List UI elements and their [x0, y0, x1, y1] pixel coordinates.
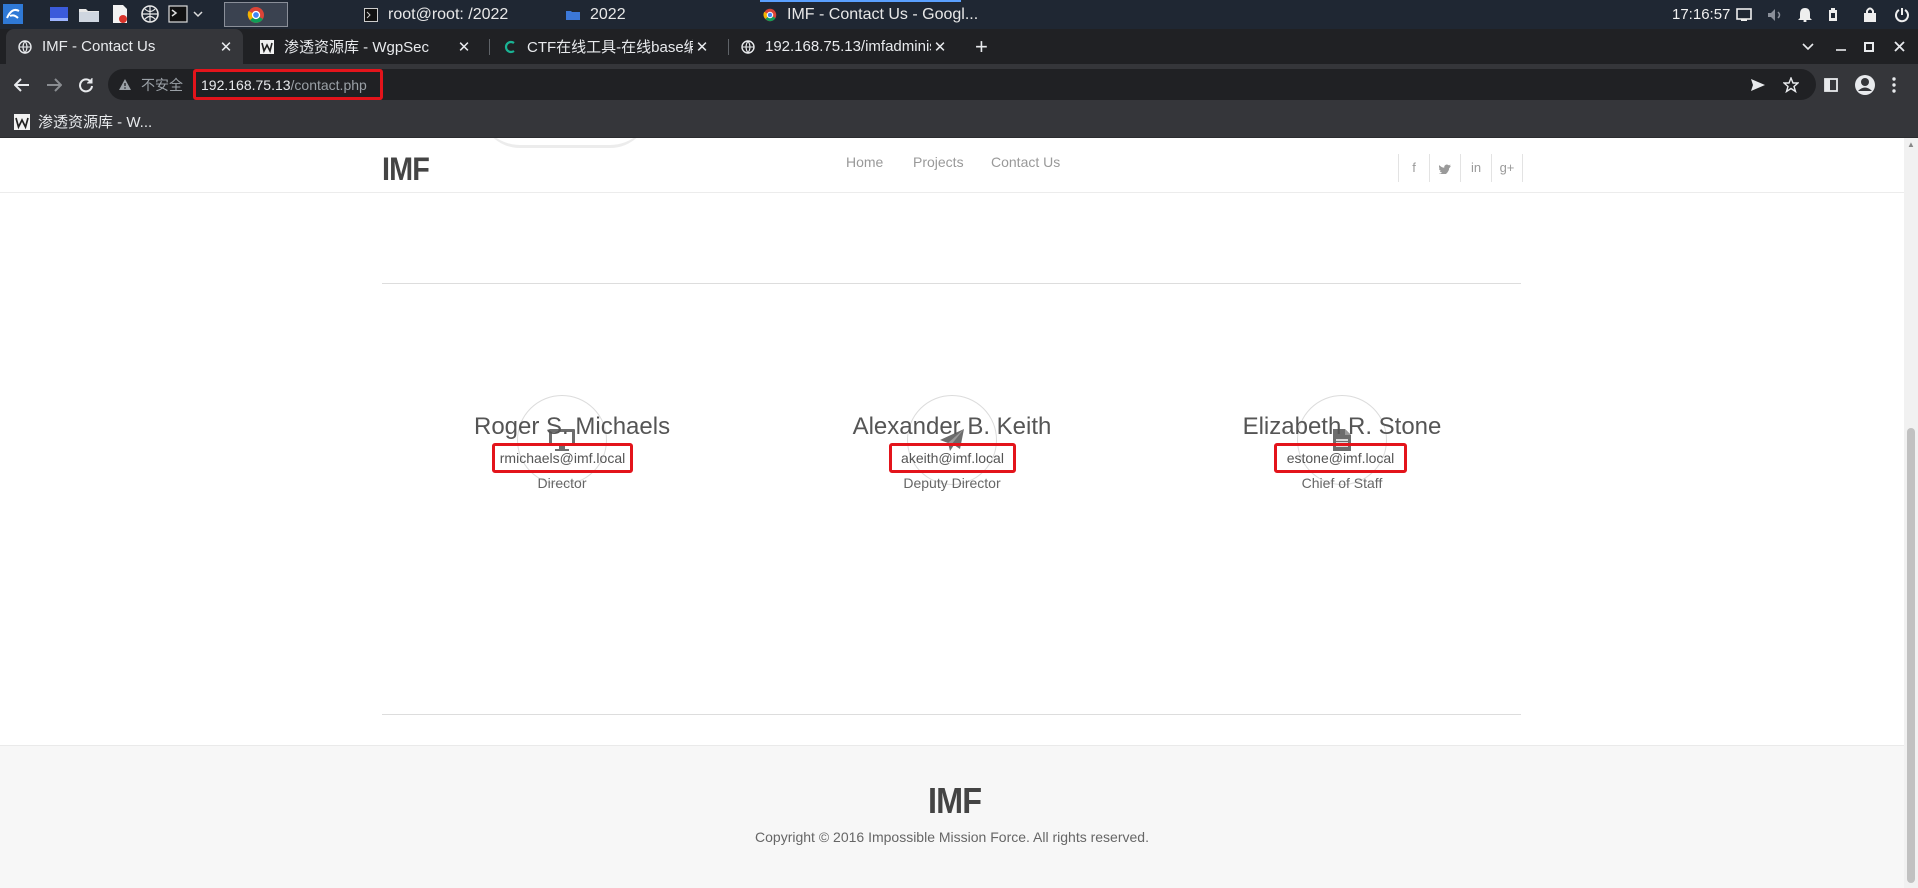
nav-projects[interactable]: Projects: [913, 154, 964, 170]
taskbar-chrome-button[interactable]: [224, 2, 288, 27]
chevron-down-icon[interactable]: [190, 3, 206, 25]
facebook-icon[interactable]: f: [1399, 154, 1430, 182]
contact-role: Chief of Staff: [1301, 475, 1383, 491]
url-path: /contact.php: [290, 76, 367, 93]
bookmarks-bar: 渗透资源库 - W...: [0, 105, 1918, 138]
nav-home[interactable]: Home: [846, 154, 883, 170]
twitter-icon[interactable]: [1430, 154, 1461, 182]
tab-title: 192.168.75.13/imfadminis: [765, 38, 931, 55]
reload-icon[interactable]: [74, 73, 98, 97]
terminal-launcher-icon[interactable]: [167, 3, 189, 25]
scrollbar-thumb[interactable]: [1907, 428, 1915, 883]
contact-email-highlight[interactable]: akeith@imf.local: [889, 443, 1016, 473]
browser-globe-icon[interactable]: [139, 3, 161, 25]
screen-icon[interactable]: [1736, 0, 1752, 29]
kebab-menu-icon[interactable]: [1892, 64, 1896, 105]
file-manager-icon[interactable]: [78, 3, 100, 25]
bookmark-item[interactable]: 渗透资源库 - W...: [14, 105, 152, 138]
tab-close-icon[interactable]: ✕: [693, 38, 711, 56]
copyright-text: Copyright © 2016 Impossible Mission Forc…: [755, 829, 1149, 845]
tab-ctf-tools[interactable]: CTF在线工具-在线base编 ✕: [491, 29, 719, 64]
terminal-icon: [364, 7, 378, 22]
page-scrollbar[interactable]: ▲: [1904, 138, 1918, 888]
contact-email-highlight[interactable]: estone@imf.local: [1274, 443, 1407, 473]
power-icon[interactable]: [1894, 0, 1910, 29]
wgpsec-favicon-icon: [14, 113, 30, 130]
os-taskbar: root@root: /2022 2022 IMF - Contact Us -…: [0, 0, 1918, 29]
google-plus-icon[interactable]: g+: [1492, 154, 1523, 182]
tab-close-icon[interactable]: ✕: [217, 38, 235, 56]
tab-search-chevron-icon[interactable]: [1802, 29, 1814, 64]
tab-imf-contact[interactable]: IMF - Contact Us ✕: [6, 29, 243, 64]
folder-icon: [566, 10, 580, 20]
close-window-icon[interactable]: [1894, 29, 1905, 64]
volume-icon[interactable]: [1767, 0, 1783, 29]
profile-avatar-icon[interactable]: [1854, 64, 1876, 105]
warning-triangle-icon: [119, 79, 131, 90]
tab-title: IMF - Contact Us: [42, 38, 156, 55]
contact-name: Roger S. Michaels: [474, 413, 671, 440]
forward-arrow-icon[interactable]: [42, 73, 66, 97]
wgpsec-favicon-icon: [260, 39, 274, 54]
new-tab-button[interactable]: +: [975, 29, 1003, 64]
notification-bell-icon[interactable]: [1798, 0, 1812, 29]
globe-icon: [18, 39, 32, 54]
clock: 17:16:57: [1672, 6, 1731, 23]
system-tray: 17:16:57: [1672, 0, 1730, 29]
nav-contact-us[interactable]: Contact Us: [991, 154, 1060, 170]
minimize-icon[interactable]: [1836, 29, 1846, 64]
battery-icon[interactable]: [1828, 0, 1838, 29]
security-label: 不安全: [141, 76, 183, 93]
globe-icon: [741, 39, 755, 54]
chrome-icon: [247, 6, 264, 23]
page-viewport: IMF Home Projects Contact Us f in g+ Rog…: [0, 138, 1918, 888]
site-logo[interactable]: IMF: [382, 151, 430, 188]
tab-imfadmin[interactable]: 192.168.75.13/imfadminis ✕: [729, 29, 957, 64]
taskbar-window-label: root@root: /2022: [388, 5, 509, 23]
social-links: f in g+: [1398, 154, 1523, 182]
contact-role: Deputy Director: [903, 475, 1001, 491]
tab-title: CTF在线工具-在线base编: [527, 39, 693, 56]
url-highlight-box[interactable]: 192.168.75.13/contact.php: [193, 69, 383, 100]
taskbar-window-chrome[interactable]: IMF - Contact Us - Googl...: [763, 0, 978, 29]
show-desktop-icon[interactable]: [48, 3, 70, 25]
side-panel-icon[interactable]: [1824, 64, 1838, 105]
bookmark-star-icon[interactable]: [1783, 64, 1799, 105]
taskbar-window-terminal[interactable]: root@root: /2022: [364, 0, 508, 29]
browser-tab-strip: IMF - Contact Us ✕ 渗透资源库 - WgpSec ✕ CTF在…: [0, 29, 1918, 64]
tab-close-icon[interactable]: ✕: [455, 38, 473, 56]
text-editor-icon[interactable]: [109, 3, 131, 25]
contact-role: Director: [537, 475, 587, 491]
site-header: IMF Home Projects Contact Us f in g+: [0, 138, 1904, 193]
site-footer: IMF Copyright © 2016 Impossible Mission …: [0, 745, 1904, 888]
maximize-icon[interactable]: [1864, 29, 1874, 64]
divider-top: [382, 283, 1521, 284]
security-indicator[interactable]: 不安全: [118, 64, 183, 105]
tab-close-icon[interactable]: ✕: [931, 38, 949, 56]
url-host: 192.168.75.13: [201, 76, 291, 93]
bookmark-label: 渗透资源库 - W...: [38, 114, 153, 131]
kali-menu-icon[interactable]: [2, 3, 24, 25]
back-arrow-icon[interactable]: [10, 73, 34, 97]
chrome-icon: [763, 8, 777, 21]
contact-name: Alexander B. Keith: [852, 413, 1052, 440]
footer-logo: IMF: [928, 780, 982, 821]
tab-wgpsec[interactable]: 渗透资源库 - WgpSec ✕: [248, 29, 481, 64]
taskbar-window-label: IMF - Contact Us - Googl...: [787, 5, 979, 23]
contact-email-highlight[interactable]: rmichaels@imf.local: [492, 443, 633, 473]
divider-bottom: [382, 714, 1521, 715]
taskbar-window-folder[interactable]: 2022: [566, 0, 626, 29]
tab-title: 渗透资源库 - WgpSec: [284, 39, 430, 56]
tab-separator: [489, 39, 490, 55]
linkedin-icon[interactable]: in: [1461, 154, 1492, 182]
taskbar-window-label: 2022: [590, 5, 626, 23]
contact-name: Elizabeth R. Stone: [1242, 413, 1442, 440]
ctf-favicon-icon: [504, 40, 515, 53]
scroll-up-arrow-icon[interactable]: ▲: [1907, 140, 1915, 149]
header-decoration: [480, 138, 650, 148]
plus-icon: +: [975, 33, 988, 59]
lock-icon[interactable]: [1863, 0, 1877, 29]
send-icon[interactable]: [1750, 64, 1766, 105]
